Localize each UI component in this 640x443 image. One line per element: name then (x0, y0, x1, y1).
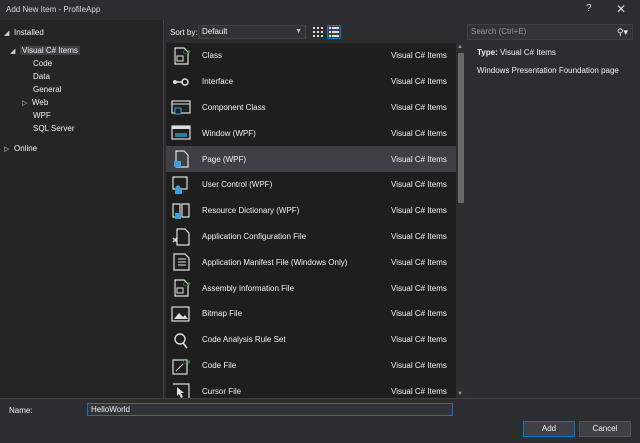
search-placeholder: Search (Ctrl+E) (471, 27, 527, 36)
grid-view-icon (313, 27, 323, 37)
component-class-icon (171, 99, 191, 115)
assembly-info-icon: C# (174, 279, 191, 297)
resource-dictionary-icon (172, 203, 190, 219)
sort-by-label: Sort by: (170, 28, 198, 37)
tree-item-online[interactable]: ▷ Online (4, 142, 37, 155)
help-button[interactable]: ? (586, 3, 592, 14)
tree-item-wpf[interactable]: WPF (33, 109, 51, 122)
list-item-user-control-wpf[interactable]: User Control (WPF) Visual C# Items (166, 172, 456, 198)
rule-set-icon (174, 333, 188, 349)
collapse-arrow-icon[interactable]: ◢ (10, 45, 20, 58)
list-item-assembly-info-file[interactable]: C# Assembly Information File Visual C# I… (166, 275, 456, 301)
item-template-list: C# Class Visual C# Items Interface Visua… (166, 43, 456, 398)
svg-text:C#: C# (183, 282, 191, 288)
svg-text:C#: C# (183, 360, 191, 366)
window-title: Add New Item - ProfileApp (6, 5, 101, 14)
list-item-code-analysis-rule-set[interactable]: Code Analysis Rule Set Visual C# Items (166, 327, 456, 353)
list-scrollbar[interactable]: ▲ ▼ (456, 43, 466, 398)
expand-arrow-icon[interactable]: ▷ (4, 143, 14, 156)
add-button[interactable]: Add (523, 421, 575, 437)
medium-icons-view-button[interactable] (311, 25, 325, 39)
cursor-file-icon (173, 383, 190, 398)
name-field[interactable]: HelloWorld (87, 403, 453, 416)
title-bar: Add New Item - ProfileApp ? ✕ (0, 0, 640, 20)
expand-arrow-icon[interactable]: ▷ (22, 97, 32, 110)
scrollbar-thumb[interactable] (458, 53, 464, 203)
list-view-icon (329, 27, 339, 37)
config-file-icon (172, 227, 190, 246)
page-icon (174, 150, 189, 168)
list-item-resource-dictionary-wpf[interactable]: Resource Dictionary (WPF) Visual C# Item… (166, 198, 456, 224)
window-icon (171, 125, 191, 140)
interface-icon (173, 78, 189, 86)
list-item-interface[interactable]: Interface Visual C# Items (166, 69, 456, 95)
close-button[interactable]: ✕ (616, 2, 626, 16)
tree-item-installed[interactable]: ◢ Installed (4, 26, 44, 39)
sort-by-dropdown[interactable]: Default ▼ (198, 25, 306, 39)
tree-item-general[interactable]: General (33, 83, 61, 96)
list-item-window-wpf[interactable]: Window (WPF) Visual C# Items (166, 120, 456, 146)
tree-item-sql-server[interactable]: SQL Server (33, 122, 75, 135)
class-icon: C# (174, 47, 191, 65)
list-item-class[interactable]: C# Class Visual C# Items (166, 43, 456, 69)
user-control-icon (172, 176, 188, 194)
detail-description: Windows Presentation Foundation page (477, 66, 619, 75)
list-item-app-config-file[interactable]: Application Configuration File Visual C#… (166, 224, 456, 250)
detail-type: Type: Visual C# Items (477, 48, 556, 57)
sort-by-value: Default (202, 27, 228, 36)
chevron-down-icon: ▼ (295, 28, 302, 35)
svg-text:C#: C# (183, 50, 191, 56)
code-file-icon: C# (172, 358, 191, 375)
bitmap-icon (171, 306, 190, 322)
template-tree: ◢ Installed ◢ Visual C# Items Code Data Ge… (0, 20, 164, 398)
type-label: Type: (477, 48, 498, 57)
search-input[interactable]: Search (Ctrl+E) ⚲▾ (467, 24, 633, 40)
list-item-component-class[interactable]: Component Class Visual C# Items (166, 95, 456, 121)
scroll-up-icon[interactable]: ▲ (457, 44, 463, 50)
list-item-cursor-file[interactable]: Cursor File Visual C# Items (166, 378, 456, 398)
tree-item-visual-csharp[interactable]: ◢ Visual C# Items (10, 44, 80, 57)
list-item-bitmap-file[interactable]: Bitmap File Visual C# Items (166, 301, 456, 327)
collapse-arrow-icon[interactable]: ◢ (4, 27, 14, 40)
type-value: Visual C# Items (499, 48, 556, 57)
tree-item-code[interactable]: Code (33, 57, 52, 70)
tree-item-web[interactable]: ▷ Web (22, 96, 48, 109)
list-item-page-wpf[interactable]: Page (WPF) Visual C# Items (166, 146, 456, 172)
cancel-button[interactable]: Cancel (579, 421, 631, 437)
name-label: Name: (9, 406, 33, 415)
list-item-code-file[interactable]: C# Code File Visual C# Items (166, 353, 456, 379)
tree-item-data[interactable]: Data (33, 70, 50, 83)
search-icon[interactable]: ⚲▾ (617, 25, 628, 39)
scroll-down-icon[interactable]: ▼ (457, 391, 463, 397)
manifest-file-icon (173, 253, 190, 271)
list-item-app-manifest-file[interactable]: Application Manifest File (Windows Only)… (166, 249, 456, 275)
list-view-button[interactable] (327, 25, 341, 39)
